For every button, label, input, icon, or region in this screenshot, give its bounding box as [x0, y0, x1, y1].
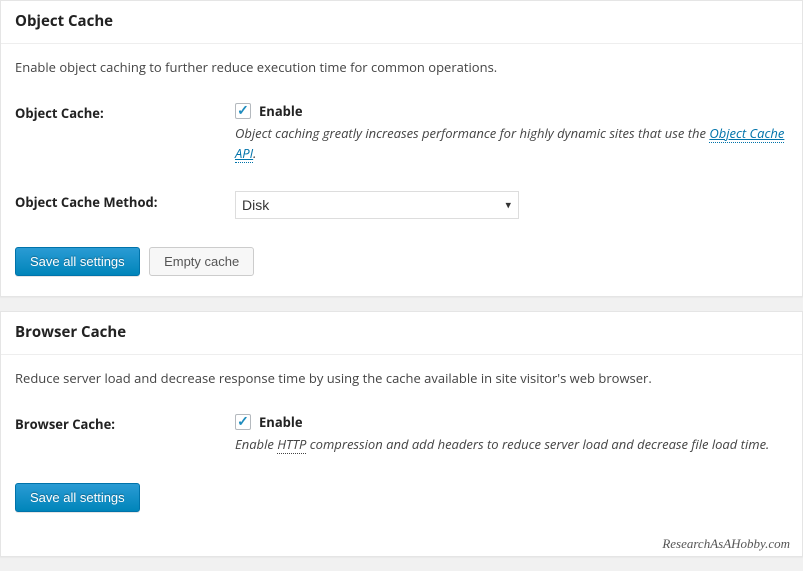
object-cache-method-field: Disk	[235, 191, 788, 219]
save-all-settings-button-2[interactable]: Save all settings	[15, 483, 140, 512]
object-cache-enable-field: Enable Object caching greatly increases …	[235, 102, 788, 163]
browser-cache-body: Reduce server load and decrease response…	[1, 355, 802, 532]
http-abbr: HTTP	[277, 435, 306, 454]
browser-cache-checkbox-label[interactable]: Enable	[259, 413, 303, 431]
object-cache-checkbox-label[interactable]: Enable	[259, 102, 303, 120]
object-cache-method-label: Object Cache Method:	[15, 191, 235, 211]
browser-cache-checkbox-line: Enable	[235, 413, 788, 431]
browser-cache-enable-field: Enable Enable HTTP compression and add h…	[235, 413, 788, 455]
object-cache-help: Object caching greatly increases perform…	[235, 124, 788, 163]
object-cache-checkbox-line: Enable	[235, 102, 788, 120]
browser-cache-panel: Browser Cache Reduce server load and dec…	[0, 311, 803, 557]
browser-cache-header: Browser Cache	[1, 312, 802, 355]
browser-cache-help-suffix: compression and add headers to reduce se…	[306, 435, 769, 453]
browser-cache-buttons: Save all settings	[15, 483, 788, 512]
object-cache-checkbox[interactable]	[235, 103, 251, 119]
footer-credit: ResearchAsAHobby.com	[1, 532, 802, 556]
browser-cache-help-prefix: Enable	[235, 435, 277, 453]
object-cache-help-suffix: .	[253, 144, 256, 162]
object-cache-method-select-wrap: Disk	[235, 191, 519, 219]
object-cache-method-select[interactable]: Disk	[235, 191, 519, 219]
object-cache-header: Object Cache	[1, 1, 802, 44]
object-cache-help-prefix: Object caching greatly increases perform…	[235, 124, 709, 142]
object-cache-method-row: Object Cache Method: Disk	[15, 191, 788, 219]
browser-cache-help: Enable HTTP compression and add headers …	[235, 435, 788, 455]
browser-cache-enable-label: Browser Cache:	[15, 413, 235, 433]
browser-cache-description: Reduce server load and decrease response…	[15, 369, 788, 387]
object-cache-buttons: Save all settings Empty cache	[15, 247, 788, 276]
object-cache-body: Enable object caching to further reduce …	[1, 44, 802, 296]
empty-cache-button[interactable]: Empty cache	[149, 247, 254, 276]
browser-cache-title: Browser Cache	[15, 322, 788, 342]
browser-cache-enable-row: Browser Cache: Enable Enable HTTP compre…	[15, 413, 788, 455]
object-cache-title: Object Cache	[15, 11, 788, 31]
save-all-settings-button[interactable]: Save all settings	[15, 247, 140, 276]
object-cache-panel: Object Cache Enable object caching to fu…	[0, 0, 803, 297]
object-cache-enable-row: Object Cache: Enable Object caching grea…	[15, 102, 788, 163]
object-cache-description: Enable object caching to further reduce …	[15, 58, 788, 76]
browser-cache-checkbox[interactable]	[235, 414, 251, 430]
object-cache-enable-label: Object Cache:	[15, 102, 235, 122]
